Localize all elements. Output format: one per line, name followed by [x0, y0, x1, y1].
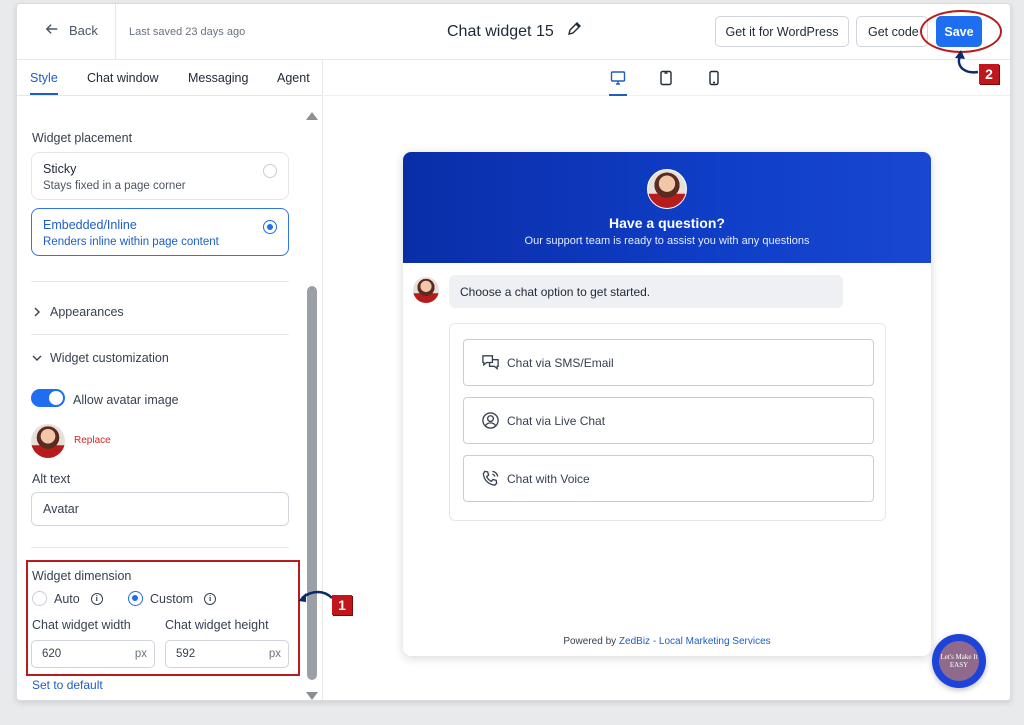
placement-option-sticky[interactable]: Sticky Stays fixed in a page corner	[31, 152, 289, 200]
widget-header-title: Have a question?	[609, 215, 725, 231]
avatar-toggle-label: Allow avatar image	[73, 393, 179, 407]
edit-title-icon[interactable]	[566, 21, 582, 42]
chat-options-container: Chat via SMS/Email Chat via Live Chat Ch…	[449, 323, 886, 521]
radio-button[interactable]	[263, 220, 277, 234]
unit-label: px	[268, 648, 281, 660]
page-title: Chat widget 15	[447, 22, 554, 40]
message-avatar	[413, 277, 439, 303]
scrollbar-thumb[interactable]	[307, 286, 317, 680]
chat-message-bubble: Choose a chat option to get started.	[449, 275, 843, 308]
option-title: Embedded/Inline	[43, 218, 137, 232]
customization-section-toggle[interactable]: Widget customization	[32, 351, 169, 365]
callout-badge-2: 2	[979, 64, 999, 84]
radio-button[interactable]	[263, 164, 277, 178]
chat-option-label: Chat with Voice	[507, 471, 590, 486]
chat-widget-preview: Have a question? Our support team is rea…	[403, 152, 931, 656]
top-bar: Back Last saved 23 days ago Chat widget …	[17, 4, 1010, 60]
divider	[31, 281, 289, 282]
dimension-auto-option[interactable]: Auto i	[32, 591, 103, 606]
chat-option-label: Chat via SMS/Email	[507, 355, 614, 370]
height-label: Chat widget height	[165, 618, 269, 632]
scroll-down-arrow[interactable]	[306, 692, 318, 700]
option-description: Stays fixed in a page corner	[43, 180, 186, 192]
get-code-button[interactable]: Get code	[856, 16, 928, 47]
lets-make-it-easy-logo[interactable]: Let's Make It EASY	[932, 634, 986, 688]
last-saved-text: Last saved 23 days ago	[129, 26, 246, 38]
replace-avatar-link[interactable]: Replace	[74, 435, 111, 446]
widget-placement-label: Widget placement	[32, 131, 133, 145]
app-window: Back Last saved 23 days ago Chat widget …	[16, 3, 1011, 701]
phone-icon	[482, 470, 499, 486]
powered-by-footer: Powered by ZedBiz - Local Marketing Serv…	[403, 636, 931, 647]
desktop-icon[interactable]	[610, 70, 626, 86]
back-label: Back	[69, 23, 98, 38]
agent-avatar	[647, 169, 687, 209]
section-title: Appearances	[50, 305, 124, 319]
chevron-right-icon	[34, 307, 40, 317]
unit-label: px	[134, 648, 147, 660]
alt-text-input[interactable]	[31, 492, 289, 526]
logo-badge: Let's Make It EASY	[939, 641, 979, 681]
device-switcher	[324, 60, 1010, 96]
avatar-thumbnail	[31, 424, 65, 458]
divider	[31, 547, 289, 548]
width-label: Chat widget width	[32, 618, 131, 632]
dimension-custom-option[interactable]: Custom i	[128, 591, 217, 606]
widget-width-input[interactable]: 620 px	[31, 640, 155, 668]
arrow-left-icon	[45, 22, 59, 39]
widget-header-subtitle: Our support team is ready to assist you …	[524, 235, 810, 247]
widget-dimension-label: Widget dimension	[32, 569, 132, 583]
settings-tabs: Style Chat window Messaging Agent	[17, 60, 323, 96]
option-title: Sticky	[43, 162, 77, 176]
section-title: Widget customization	[50, 351, 169, 365]
mobile-icon[interactable]	[706, 70, 722, 86]
radio-button[interactable]	[32, 591, 47, 606]
divider	[115, 4, 116, 60]
tab-agent[interactable]: Agent	[277, 71, 310, 85]
chevron-down-icon	[32, 355, 42, 361]
chat-option-live-chat[interactable]: Chat via Live Chat	[463, 397, 874, 444]
chat-option-sms-email[interactable]: Chat via SMS/Email	[463, 339, 874, 386]
back-button[interactable]: Back	[45, 22, 98, 39]
placement-option-embedded[interactable]: Embedded/Inline Renders inline within pa…	[31, 208, 289, 256]
option-description: Renders inline within page content	[43, 236, 219, 248]
tab-messaging[interactable]: Messaging	[188, 71, 248, 85]
preview-area: Have a question? Our support team is rea…	[324, 60, 1010, 700]
info-icon[interactable]: i	[204, 592, 217, 605]
save-button[interactable]: Save	[936, 16, 982, 47]
width-value: 620	[42, 648, 62, 660]
custom-label: Custom	[150, 591, 194, 606]
tab-chat-window[interactable]: Chat window	[87, 71, 159, 85]
widget-height-input[interactable]: 592 px	[165, 640, 289, 668]
user-circle-icon	[482, 412, 499, 429]
callout-badge-1: 1	[332, 595, 352, 615]
powered-by-text: Powered by	[563, 636, 617, 647]
appearances-section-toggle[interactable]: Appearances	[32, 305, 124, 319]
powered-by-link[interactable]: ZedBiz - Local Marketing Services	[619, 636, 771, 647]
info-icon[interactable]: i	[90, 592, 103, 605]
sms-chat-icon	[482, 355, 499, 371]
radio-button[interactable]	[128, 591, 143, 606]
height-value: 592	[176, 648, 196, 660]
scroll-up-arrow[interactable]	[306, 112, 318, 120]
tab-style[interactable]: Style	[30, 71, 58, 85]
auto-label: Auto	[54, 591, 80, 606]
tablet-icon[interactable]	[658, 70, 674, 86]
divider	[31, 334, 289, 335]
widget-title-group: Chat widget 15	[447, 21, 582, 42]
chat-option-voice[interactable]: Chat with Voice	[463, 455, 874, 502]
chat-option-label: Chat via Live Chat	[507, 413, 606, 428]
get-wordpress-button[interactable]: Get it for WordPress	[715, 16, 849, 47]
avatar-image-toggle[interactable]	[31, 389, 65, 407]
widget-header: Have a question? Our support team is rea…	[403, 152, 931, 263]
active-device-indicator	[609, 94, 627, 96]
set-to-default-link[interactable]: Set to default	[32, 678, 103, 692]
active-tab-indicator	[30, 93, 58, 95]
alt-text-label: Alt text	[32, 472, 71, 486]
settings-panel: Style Chat window Messaging Agent Widget…	[17, 60, 323, 700]
